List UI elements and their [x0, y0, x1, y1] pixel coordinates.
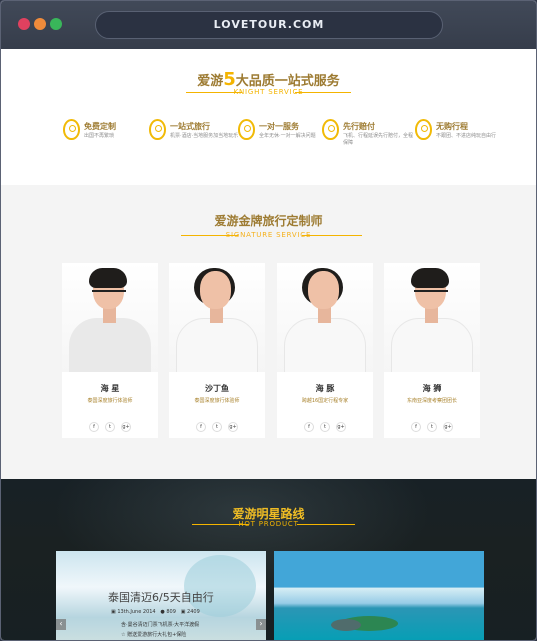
browser-window: LOVETOUR.COM 爱游5大品质一站式服务 KNIGHT SERVICE … — [0, 0, 537, 641]
location-pin-icon — [63, 119, 80, 140]
product-date: 13th.June 2014 — [117, 609, 156, 615]
service-title: 无购行程 — [436, 122, 468, 131]
service-item-one-on-one[interactable]: 一对一服务 全年无休·一对一解决问题 — [238, 119, 326, 151]
google-plus-icon[interactable]: g+ — [121, 422, 131, 432]
hot-products-section: 爱游明星路线 HOT PRODUCT 泰国清迈6/5天自由行 ▣ 13th.Ju… — [1, 479, 536, 640]
no-shopping-icon — [415, 119, 432, 140]
guide-card[interactable]: 沙丁鱼 泰国深度旅行体验师 f t g+ — [169, 263, 265, 438]
guide-photo — [384, 263, 480, 372]
guides-section: 爱游金牌旅行定制师 SIGNATURE SERVICE 海 星 泰国深度旅行体验… — [1, 185, 536, 479]
guide-card[interactable]: 海 星 泰国深度旅行体验师 f t g+ — [62, 263, 158, 438]
minimize-window-button[interactable] — [34, 18, 46, 30]
services-subtitle: KNIGHT SERVICE — [1, 88, 536, 96]
google-plus-icon[interactable]: g+ — [443, 422, 453, 432]
twitter-icon[interactable]: t — [212, 422, 222, 432]
service-description: 全年无休·一对一解决问题 — [259, 133, 316, 139]
service-item-one-stop-travel[interactable]: 一站式旅行 机票·酒店·当地服务加当地玩乐 — [149, 119, 239, 151]
comment-icon: ● — [160, 609, 165, 615]
guide-name: 海 狮 — [422, 384, 442, 393]
service-description: 出国不再繁琐 — [84, 133, 115, 139]
guide-photo — [62, 263, 158, 372]
beach-image — [184, 555, 256, 617]
guides-title: 爱游金牌旅行定制师 — [214, 214, 323, 228]
product-card-ocean[interactable] — [274, 551, 484, 640]
guide-social-links: f t g+ — [62, 413, 158, 432]
hot-products-subtitle: HOT PRODUCT — [1, 520, 536, 528]
address-bar[interactable]: LOVETOUR.COM — [95, 11, 443, 39]
services-title-prefix: 爱游 — [197, 74, 224, 89]
product-comments: 2409 — [187, 609, 200, 615]
product-detail-line: 含·曼谷清迈门票飞机票·大平洋渡假 — [121, 622, 200, 628]
carousel-prev-arrow[interactable]: ‹ — [56, 619, 66, 630]
guides-subtitle: SIGNATURE SERVICE — [1, 231, 536, 239]
face-chat-icon — [238, 119, 255, 140]
google-plus-icon[interactable]: g+ — [336, 422, 346, 432]
services-title: 爱游5大品质一站式服务 — [1, 69, 536, 90]
facebook-icon[interactable]: f — [304, 422, 314, 432]
service-title: 一站式旅行 — [170, 122, 210, 131]
guide-social-links: f t g+ — [384, 413, 480, 432]
guide-card[interactable]: 海 豚 跨越16国定行程专家 f t g+ — [277, 263, 373, 438]
service-title: 免费定制 — [84, 122, 116, 131]
services-title-number: 5 — [223, 69, 236, 90]
guide-social-links: f t g+ — [277, 413, 373, 432]
close-window-button[interactable] — [18, 18, 30, 30]
google-plus-icon[interactable]: g+ — [228, 422, 238, 432]
maximize-window-button[interactable] — [50, 18, 62, 30]
service-list: 免费定制 出国不再繁琐 一站式旅行 机票·酒店·当地服务加当地玩乐 一对一服务 … — [63, 119, 496, 151]
service-description: 机票·酒店·当地服务加当地玩乐 — [170, 133, 239, 139]
guide-photo — [169, 263, 265, 372]
guide-role: 跨越16国定行程专家 — [301, 398, 349, 404]
product-likes: 809 — [166, 609, 176, 615]
service-description: 飞机、行程延误先行赔付，全程保障 — [343, 133, 414, 146]
shield-check-icon — [322, 119, 339, 140]
guide-card[interactable]: 海 狮 东南亚深度考察团团长 f t g+ — [384, 263, 480, 438]
twitter-icon[interactable]: t — [427, 422, 437, 432]
service-description: 不跟团、不进店纯玩自由行 — [436, 133, 497, 139]
image-icon: ▣ — [180, 609, 186, 615]
services-section: 爱游5大品质一站式服务 KNIGHT SERVICE 免费定制 出国不再繁琐 一… — [1, 49, 536, 185]
window-titlebar: LOVETOUR.COM — [1, 1, 536, 49]
turtle-image — [331, 619, 361, 631]
service-item-no-shopping[interactable]: 无购行程 不跟团、不进店纯玩自由行 — [415, 119, 503, 151]
services-title-suffix: 大品质一站式服务 — [235, 74, 340, 89]
carousel-next-arrow[interactable]: › — [256, 619, 266, 630]
guide-role: 东南亚深度考察团团长 — [406, 398, 457, 404]
service-title: 先行赔付 — [343, 122, 375, 131]
guide-name: 海 豚 — [315, 384, 335, 393]
star-box-icon — [149, 119, 166, 140]
guide-photo — [277, 263, 373, 372]
service-item-prepaid-compensation[interactable]: 先行赔付 飞机、行程延误先行赔付，全程保障 — [322, 119, 414, 151]
facebook-icon[interactable]: f — [196, 422, 206, 432]
guide-name: 沙丁鱼 — [205, 384, 229, 393]
calendar-icon: ▣ — [111, 609, 116, 615]
twitter-icon[interactable]: t — [320, 422, 330, 432]
twitter-icon[interactable]: t — [105, 422, 115, 432]
service-item-free-customization[interactable]: 免费定制 出国不再繁琐 — [63, 119, 151, 151]
guide-role: 泰国深度旅行体验师 — [194, 398, 240, 404]
guide-social-links: f t g+ — [169, 413, 265, 432]
guide-role: 泰国深度旅行体验师 — [87, 398, 133, 404]
service-title: 一对一服务 — [259, 122, 299, 131]
facebook-icon[interactable]: f — [411, 422, 421, 432]
product-meta: ▣ 13th.June 2014 ● 809 ▣ 2409 — [111, 609, 200, 615]
product-caption: 泰国清迈6/5天自由行 — [108, 591, 214, 604]
product-card-chiang-mai[interactable]: 泰国清迈6/5天自由行 ▣ 13th.June 2014 ● 809 ▣ 240… — [56, 551, 266, 640]
facebook-icon[interactable]: f — [89, 422, 99, 432]
product-detail-line: ☆ 赠送爱游旅行大礼包+保险 — [121, 632, 187, 638]
guide-name: 海 星 — [100, 384, 120, 393]
